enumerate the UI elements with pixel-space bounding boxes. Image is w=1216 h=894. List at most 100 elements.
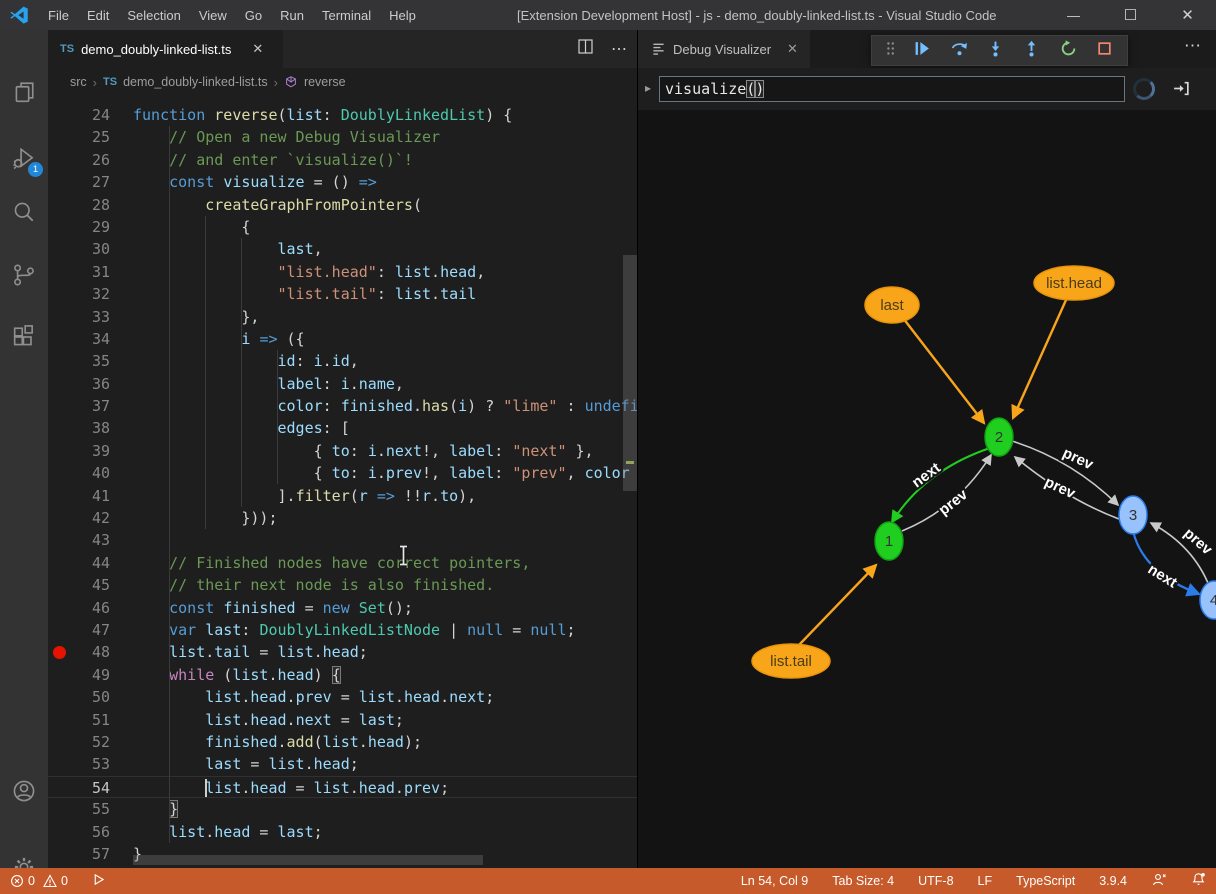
debug-step-into-icon[interactable] [987, 40, 1004, 62]
code-line-45[interactable]: 45 // their next node is also finished. [48, 574, 637, 596]
breakpoint-gutter[interactable] [48, 328, 70, 350]
graph-node-3[interactable]: 3 [1119, 496, 1147, 534]
code-line-26[interactable]: 26 // and enter `visualize()`! [48, 149, 637, 171]
eol-indicator[interactable]: LF [978, 874, 993, 888]
graph-node-2[interactable]: 2 [985, 418, 1013, 456]
ts-version-indicator[interactable]: 3.9.4 [1099, 874, 1127, 888]
close-window-button[interactable]: ✕ [1159, 0, 1216, 30]
breakpoint-gutter[interactable] [48, 619, 70, 641]
graph-pointer-list-head[interactable]: list.head [1034, 266, 1114, 300]
editor-more-actions-icon[interactable]: ⋯ [611, 39, 627, 59]
split-editor-icon[interactable] [578, 39, 593, 59]
debug-stop-icon[interactable] [1096, 40, 1113, 62]
breakpoint-gutter[interactable] [48, 597, 70, 619]
breakpoint-gutter[interactable] [48, 529, 70, 551]
graph-node-4[interactable]: 4 [1200, 581, 1216, 619]
breakpoint-gutter[interactable] [48, 238, 70, 260]
toolbar-drag-grip[interactable] [886, 41, 895, 61]
code-line-36[interactable]: 36 label: i.name, [48, 373, 637, 395]
code-line-44[interactable]: 44 // Finished nodes have correct pointe… [48, 552, 637, 574]
breakpoint-gutter[interactable] [48, 261, 70, 283]
code-line-27[interactable]: 27 const visualize = () => [48, 171, 637, 193]
code-line-47[interactable]: 47 var last: DoublyLinkedListNode | null… [48, 619, 637, 641]
source-control-icon[interactable] [10, 261, 38, 289]
breakpoint-gutter[interactable] [48, 395, 70, 417]
code-line-30[interactable]: 30 last, [48, 238, 637, 260]
run-and-debug-icon[interactable]: 1 [10, 144, 38, 172]
breakpoint-gutter[interactable] [48, 126, 70, 148]
breakpoint-gutter[interactable] [48, 283, 70, 305]
code-line-41[interactable]: 41 ].filter(r => !!r.to), [48, 485, 637, 507]
tab-size-indicator[interactable]: Tab Size: 4 [832, 874, 894, 888]
tab-close-icon[interactable]: ✕ [252, 41, 263, 57]
vertical-scrollbar[interactable] [623, 255, 637, 491]
breakpoint-gutter[interactable] [48, 306, 70, 328]
search-icon[interactable] [10, 198, 38, 226]
breakpoint-gutter[interactable] [48, 507, 70, 529]
breakpoint-gutter[interactable] [48, 753, 70, 775]
panel-more-actions-icon[interactable]: ⋯ [1184, 36, 1202, 56]
graph-pointer-list-tail[interactable]: list.tail [752, 644, 830, 678]
code-line-42[interactable]: 42 })); [48, 507, 637, 529]
menu-help[interactable]: Help [380, 8, 425, 23]
breakpoint-gutter[interactable] [48, 216, 70, 238]
menu-run[interactable]: Run [271, 8, 313, 23]
menu-view[interactable]: View [190, 8, 236, 23]
code-line-34[interactable]: 34 i => ({ [48, 328, 637, 350]
chevron-right-icon[interactable]: ▸ [645, 81, 651, 95]
code-line-54[interactable]: 54 list.head = list.head.prev; [48, 776, 637, 798]
panel-tab-close-icon[interactable]: ✕ [787, 41, 798, 57]
breakpoint-gutter[interactable] [48, 731, 70, 753]
code-line-46[interactable]: 46 const finished = new Set(); [48, 597, 637, 619]
open-in-editor-icon[interactable] [1172, 79, 1191, 103]
language-indicator[interactable]: TypeScript [1016, 874, 1075, 888]
code-line-31[interactable]: 31 "list.head": list.head, [48, 261, 637, 283]
code-line-35[interactable]: 35 id: i.id, [48, 350, 637, 372]
debug-step-over-icon[interactable] [951, 40, 968, 62]
notifications-bell-icon[interactable] [1191, 872, 1206, 890]
breakpoint-gutter[interactable] [48, 171, 70, 193]
code-line-48[interactable]: 48 list.tail = list.head; [48, 641, 637, 663]
code-line-33[interactable]: 33 }, [48, 306, 637, 328]
code-line-32[interactable]: 32 "list.tail": list.tail [48, 283, 637, 305]
breakpoint-gutter[interactable] [48, 104, 70, 126]
breakpoint-gutter[interactable] [48, 686, 70, 708]
code-line-28[interactable]: 28 createGraphFromPointers( [48, 194, 637, 216]
code-line-51[interactable]: 51 list.head.next = last; [48, 709, 637, 731]
debug-step-out-icon[interactable] [1023, 40, 1040, 62]
breakpoint-gutter[interactable] [48, 417, 70, 439]
feedback-icon[interactable] [1151, 872, 1167, 890]
code-line-53[interactable]: 53 last = list.head; [48, 753, 637, 775]
breakpoint-gutter[interactable] [48, 709, 70, 731]
breakpoint-gutter[interactable] [48, 641, 70, 663]
maximize-button[interactable]: ☐ [1102, 0, 1159, 30]
menu-file[interactable]: File [39, 8, 78, 23]
breakpoint-dot[interactable] [53, 646, 66, 659]
code-line-37[interactable]: 37 color: finished.has(i) ? "lime" : und… [48, 395, 637, 417]
menu-edit[interactable]: Edit [78, 8, 118, 23]
breakpoint-gutter[interactable] [48, 194, 70, 216]
breakpoint-gutter[interactable] [48, 552, 70, 574]
tab-debug-visualizer[interactable]: Debug Visualizer ✕ [638, 30, 810, 68]
breakpoint-gutter[interactable] [48, 440, 70, 462]
explorer-icon[interactable] [10, 78, 38, 106]
code-line-29[interactable]: 29 { [48, 216, 637, 238]
menu-go[interactable]: Go [236, 8, 271, 23]
breakpoint-gutter[interactable] [48, 798, 70, 820]
breakpoint-gutter[interactable] [48, 843, 70, 865]
breakpoint-gutter[interactable] [48, 149, 70, 171]
run-task-icon[interactable] [92, 873, 105, 889]
breadcrumb-src[interactable]: src [70, 75, 87, 89]
breakpoint-gutter[interactable] [48, 462, 70, 484]
graph-canvas[interactable]: last list.head list.tail 2 1 [638, 110, 1216, 868]
breakpoint-gutter[interactable] [48, 485, 70, 507]
code-line-40[interactable]: 40 { to: i.prev!, label: "prev", color [48, 462, 637, 484]
code-line-49[interactable]: 49 while (list.head) { [48, 664, 637, 686]
code-line-25[interactable]: 25 // Open a new Debug Visualizer [48, 126, 637, 148]
menu-terminal[interactable]: Terminal [313, 8, 380, 23]
code-line-55[interactable]: 55 } [48, 798, 637, 820]
account-icon[interactable] [10, 777, 38, 805]
minimize-button[interactable]: — [1045, 0, 1102, 30]
code-line-50[interactable]: 50 list.head.prev = list.head.next; [48, 686, 637, 708]
breakpoint-gutter[interactable] [48, 373, 70, 395]
